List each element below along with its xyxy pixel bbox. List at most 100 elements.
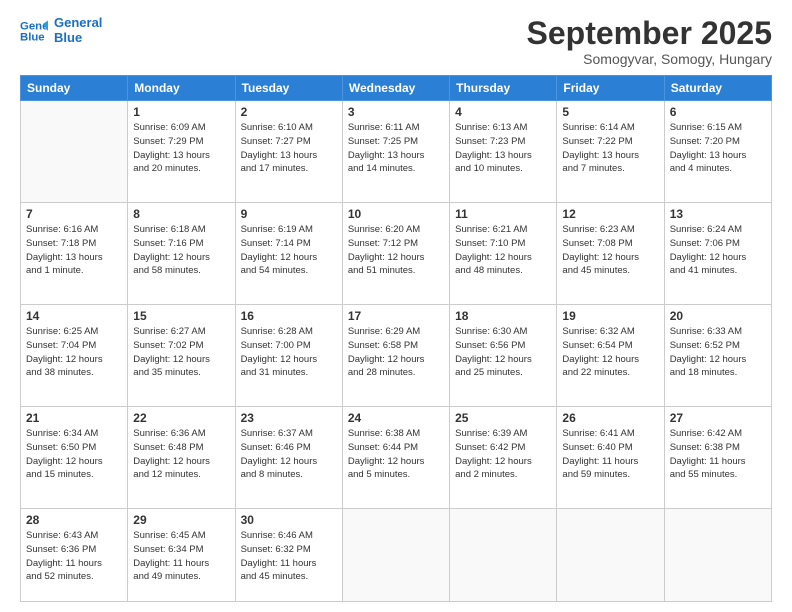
day-cell-9: 9Sunrise: 6:19 AMSunset: 7:14 PMDaylight… [235,203,342,305]
day-info: Sunrise: 6:21 AMSunset: 7:10 PMDaylight:… [455,223,551,278]
empty-cell [21,101,128,203]
day-info: Sunrise: 6:29 AMSunset: 6:58 PMDaylight:… [348,325,444,380]
day-cell-15: 15 Sunrise: 6:27 AMSunset: 7:02 PMDayligh… [128,305,235,407]
day-number: 30 [241,513,337,527]
day-cell-28: 28 Sunrise: 6:43 AMSunset: 6:36 PMDayligh… [21,509,128,602]
day-number: 20 [670,309,766,323]
day-number: 23 [241,411,337,425]
day-number: 22 [133,411,229,425]
day-header-tuesday: Tuesday [235,76,342,101]
day-number: 26 [562,411,658,425]
day-info: Sunrise: 6:34 AMSunset: 6:50 PMDaylight:… [26,427,122,482]
day-cell-13: 13Sunrise: 6:24 AMSunset: 7:06 PMDayligh… [664,203,771,305]
day-cell-23: 23 Sunrise: 6:37 AMSunset: 6:46 PMDayligh… [235,407,342,509]
day-cell-26: 26 Sunrise: 6:41 AMSunset: 6:40 PMDayligh… [557,407,664,509]
day-info: Sunrise: 6:09 AMSunset: 7:29 PMDaylight:… [133,121,229,176]
svg-text:General: General [20,20,48,32]
day-number: 1 [133,105,229,119]
day-number: 11 [455,207,551,221]
day-number: 21 [26,411,122,425]
week-row-4: 21 Sunrise: 6:34 AMSunset: 6:50 PMDayligh… [21,407,772,509]
day-cell-7: 7 Sunrise: 6:16 AMSunset: 7:18 PMDaylight… [21,203,128,305]
day-info: Sunrise: 6:10 AMSunset: 7:27 PMDaylight:… [241,121,337,176]
day-number: 14 [26,309,122,323]
day-info: Sunrise: 6:43 AMSunset: 6:36 PMDaylight:… [26,529,122,584]
day-info: Sunrise: 6:30 AMSunset: 6:56 PMDaylight:… [455,325,551,380]
day-info: Sunrise: 6:33 AMSunset: 6:52 PMDaylight:… [670,325,766,380]
day-info: Sunrise: 6:11 AMSunset: 7:25 PMDaylight:… [348,121,444,176]
top-section: General Blue General Blue September 2025… [20,16,772,67]
day-cell-30: 30Sunrise: 6:46 AMSunset: 6:32 PMDayligh… [235,509,342,602]
day-cell-21: 21 Sunrise: 6:34 AMSunset: 6:50 PMDayligh… [21,407,128,509]
day-cell-14: 14 Sunrise: 6:25 AMSunset: 7:04 PMDayligh… [21,305,128,407]
day-info: Sunrise: 6:37 AMSunset: 6:46 PMDaylight:… [241,427,337,482]
day-number: 18 [455,309,551,323]
header-right: September 2025 Somogyvar, Somogy, Hungar… [527,16,772,67]
day-info: Sunrise: 6:27 AMSunset: 7:02 PMDaylight:… [133,325,229,380]
day-info: Sunrise: 6:32 AMSunset: 6:54 PMDaylight:… [562,325,658,380]
svg-text:Blue: Blue [20,32,45,44]
day-cell-17: 17 Sunrise: 6:29 AMSunset: 6:58 PMDayligh… [342,305,449,407]
day-info: Sunrise: 6:15 AMSunset: 7:20 PMDaylight:… [670,121,766,176]
day-cell-3: 3 Sunrise: 6:11 AMSunset: 7:25 PMDaylight… [342,101,449,203]
day-number: 16 [241,309,337,323]
day-number: 12 [562,207,658,221]
day-number: 8 [133,207,229,221]
day-cell-16: 16 Sunrise: 6:28 AMSunset: 7:00 PMDayligh… [235,305,342,407]
week-row-1: 1 Sunrise: 6:09 AMSunset: 7:29 PMDaylight… [21,101,772,203]
day-info: Sunrise: 6:28 AMSunset: 7:00 PMDaylight:… [241,325,337,380]
day-info: Sunrise: 6:41 AMSunset: 6:40 PMDaylight:… [562,427,658,482]
day-number: 15 [133,309,229,323]
day-cell-19: 19Sunrise: 6:32 AMSunset: 6:54 PMDayligh… [557,305,664,407]
day-cell-11: 11 Sunrise: 6:21 AMSunset: 7:10 PMDayligh… [450,203,557,305]
page: General Blue General Blue September 2025… [0,0,792,612]
day-header-saturday: Saturday [664,76,771,101]
day-number: 2 [241,105,337,119]
week-row-5: 28 Sunrise: 6:43 AMSunset: 6:36 PMDayligh… [21,509,772,602]
day-cell-29: 29 Sunrise: 6:45 AMSunset: 6:34 PMDayligh… [128,509,235,602]
day-info: Sunrise: 6:25 AMSunset: 7:04 PMDaylight:… [26,325,122,380]
week-row-3: 14 Sunrise: 6:25 AMSunset: 7:04 PMDayligh… [21,305,772,407]
day-number: 4 [455,105,551,119]
day-header-wednesday: Wednesday [342,76,449,101]
day-header-thursday: Thursday [450,76,557,101]
day-info: Sunrise: 6:18 AMSunset: 7:16 PMDaylight:… [133,223,229,278]
day-number: 7 [26,207,122,221]
day-cell-6: 6 Sunrise: 6:15 AMSunset: 7:20 PMDaylight… [664,101,771,203]
logo: General Blue General Blue [20,16,102,46]
day-cell-25: 25Sunrise: 6:39 AMSunset: 6:42 PMDayligh… [450,407,557,509]
day-info: Sunrise: 6:36 AMSunset: 6:48 PMDaylight:… [133,427,229,482]
day-number: 17 [348,309,444,323]
day-number: 10 [348,207,444,221]
day-number: 13 [670,207,766,221]
empty-cell [557,509,664,602]
day-number: 29 [133,513,229,527]
day-number: 27 [670,411,766,425]
day-info: Sunrise: 6:38 AMSunset: 6:44 PMDaylight:… [348,427,444,482]
day-header-sunday: Sunday [21,76,128,101]
day-cell-1: 1 Sunrise: 6:09 AMSunset: 7:29 PMDaylight… [128,101,235,203]
month-title: September 2025 [527,16,772,51]
day-cell-20: 20 Sunrise: 6:33 AMSunset: 6:52 PMDayligh… [664,305,771,407]
day-info: Sunrise: 6:45 AMSunset: 6:34 PMDaylight:… [133,529,229,584]
empty-cell [342,509,449,602]
day-info: Sunrise: 6:19 AMSunset: 7:14 PMDaylight:… [241,223,337,278]
day-cell-27: 27 Sunrise: 6:42 AMSunset: 6:38 PMDayligh… [664,407,771,509]
day-cell-8: 8 Sunrise: 6:18 AMSunset: 7:16 PMDaylight… [128,203,235,305]
logo-icon: General Blue [20,17,48,45]
day-number: 6 [670,105,766,119]
day-cell-5: 5Sunrise: 6:14 AMSunset: 7:22 PMDaylight… [557,101,664,203]
day-cell-4: 4Sunrise: 6:13 AMSunset: 7:23 PMDaylight… [450,101,557,203]
day-header-friday: Friday [557,76,664,101]
logo-line1: General [54,16,102,31]
day-info: Sunrise: 6:16 AMSunset: 7:18 PMDaylight:… [26,223,122,278]
day-info: Sunrise: 6:23 AMSunset: 7:08 PMDaylight:… [562,223,658,278]
calendar-header-row: SundayMondayTuesdayWednesdayThursdayFrid… [21,76,772,101]
day-number: 24 [348,411,444,425]
day-cell-18: 18 Sunrise: 6:30 AMSunset: 6:56 PMDayligh… [450,305,557,407]
day-cell-22: 22 Sunrise: 6:36 AMSunset: 6:48 PMDayligh… [128,407,235,509]
day-number: 28 [26,513,122,527]
empty-cell [450,509,557,602]
day-number: 3 [348,105,444,119]
day-info: Sunrise: 6:42 AMSunset: 6:38 PMDaylight:… [670,427,766,482]
